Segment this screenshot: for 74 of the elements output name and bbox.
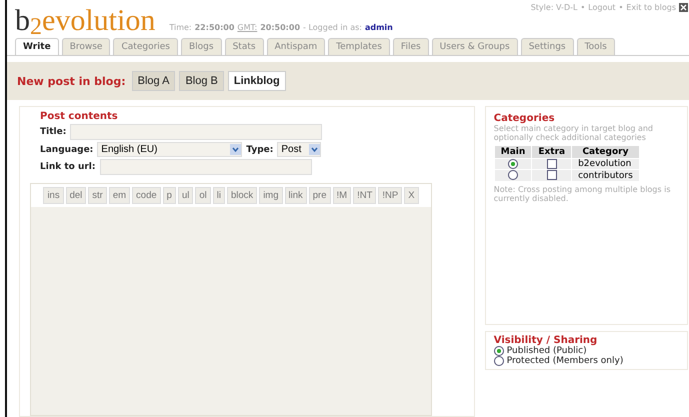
field-label: Language:: [40, 144, 94, 154]
separator: •: [580, 3, 586, 12]
username: admin: [364, 23, 393, 32]
toolbar-button[interactable]: pre: [308, 187, 330, 204]
radio-button[interactable]: [508, 170, 518, 180]
toolbar-button[interactable]: del: [66, 187, 86, 204]
toolbar-button[interactable]: li: [212, 187, 225, 204]
toolbar-button[interactable]: ul: [178, 187, 194, 204]
toolbar-button[interactable]: link: [284, 187, 307, 204]
tab[interactable]: Categories: [113, 38, 178, 55]
time-value: 22:50:00: [194, 23, 234, 32]
toolbar-button[interactable]: code: [132, 187, 161, 204]
note-text: Note: Cross posting among multiple blogs is currently disabled.: [494, 184, 672, 203]
separator: •: [618, 3, 624, 12]
editor-area[interactable]: ins del str em code p ul ol li block img link pre !M !NT !NP X: [30, 183, 432, 416]
column-header: Extra: [532, 146, 572, 158]
blog-button[interactable]: Linkblog: [228, 71, 286, 91]
logged-in-label: - Logged in as:: [303, 23, 362, 32]
toolbar-button[interactable]: !NP: [378, 187, 402, 204]
logo: b$_{2}$evolution: [15, 6, 156, 36]
dropdown-icon: [230, 144, 242, 155]
radio-button[interactable]: [494, 356, 504, 366]
header-link[interactable]: Exit to blogs: [626, 3, 676, 12]
section-title: Categories: [494, 113, 556, 124]
toolbar-button[interactable]: block: [227, 187, 258, 204]
category-name: contributors: [572, 170, 640, 182]
field-label: Link to url:: [40, 162, 96, 172]
radio-button[interactable]: [508, 159, 518, 169]
toolbar-button[interactable]: p: [162, 187, 176, 204]
field-label: Type:: [246, 144, 274, 154]
section-title: Visibility / Sharing: [494, 335, 598, 346]
toolbar-button[interactable]: X: [404, 187, 419, 204]
gmt-time: 20:50:00: [260, 23, 300, 32]
url-field[interactable]: [100, 159, 312, 175]
header-link[interactable]: Style: V-D-L: [530, 3, 578, 12]
blog-button[interactable]: Blog A: [132, 71, 176, 91]
header-link[interactable]: Logout: [588, 3, 616, 12]
checkbox[interactable]: [546, 170, 557, 180]
radio-button[interactable]: [494, 346, 504, 356]
category-name: b2evolution: [572, 158, 640, 170]
blog-button[interactable]: Blog B: [179, 71, 224, 91]
tab[interactable]: Stats: [224, 38, 264, 55]
toolbar-button[interactable]: !M: [332, 187, 352, 204]
column-header: Main: [494, 146, 532, 158]
title-field[interactable]: [70, 124, 322, 140]
gmt-link[interactable]: GMT:: [237, 23, 258, 32]
tab[interactable]: Templates: [328, 38, 390, 55]
tab[interactable]: Settings: [520, 38, 574, 55]
tab[interactable]: Blogs: [181, 38, 222, 55]
option-label: Published (Public): [506, 346, 587, 356]
tab[interactable]: Write: [15, 38, 59, 55]
toolbar-button[interactable]: ol: [195, 187, 211, 204]
toolbar-button[interactable]: str: [88, 187, 107, 204]
toolbar-button[interactable]: !NT: [353, 187, 376, 204]
type-select[interactable]: Post: [277, 142, 322, 157]
option-label: Protected (Members only): [506, 356, 624, 366]
tab[interactable]: Users & Groups: [432, 38, 518, 55]
blog-label: New post in blog:: [17, 74, 126, 88]
checkbox[interactable]: [546, 159, 557, 169]
field-label: Title:: [40, 127, 66, 137]
section-title: Post contents: [40, 111, 119, 122]
tab[interactable]: Browse: [62, 38, 110, 55]
close-icon[interactable]: [679, 3, 688, 12]
tab[interactable]: Tools: [576, 38, 615, 55]
toolbar-button[interactable]: img: [259, 187, 282, 204]
hint-text: Select main category in target blog and optionally check additional categories: [494, 124, 654, 142]
tab[interactable]: Files: [392, 38, 429, 55]
column-header: Category: [572, 146, 640, 158]
toolbar-button[interactable]: em: [108, 187, 130, 204]
language-select[interactable]: English (EU): [97, 142, 242, 157]
toolbar-button[interactable]: ins: [43, 187, 64, 204]
dropdown-icon: [309, 144, 320, 155]
time-label: Time:: [169, 23, 192, 32]
tab[interactable]: Antispam: [266, 38, 326, 55]
